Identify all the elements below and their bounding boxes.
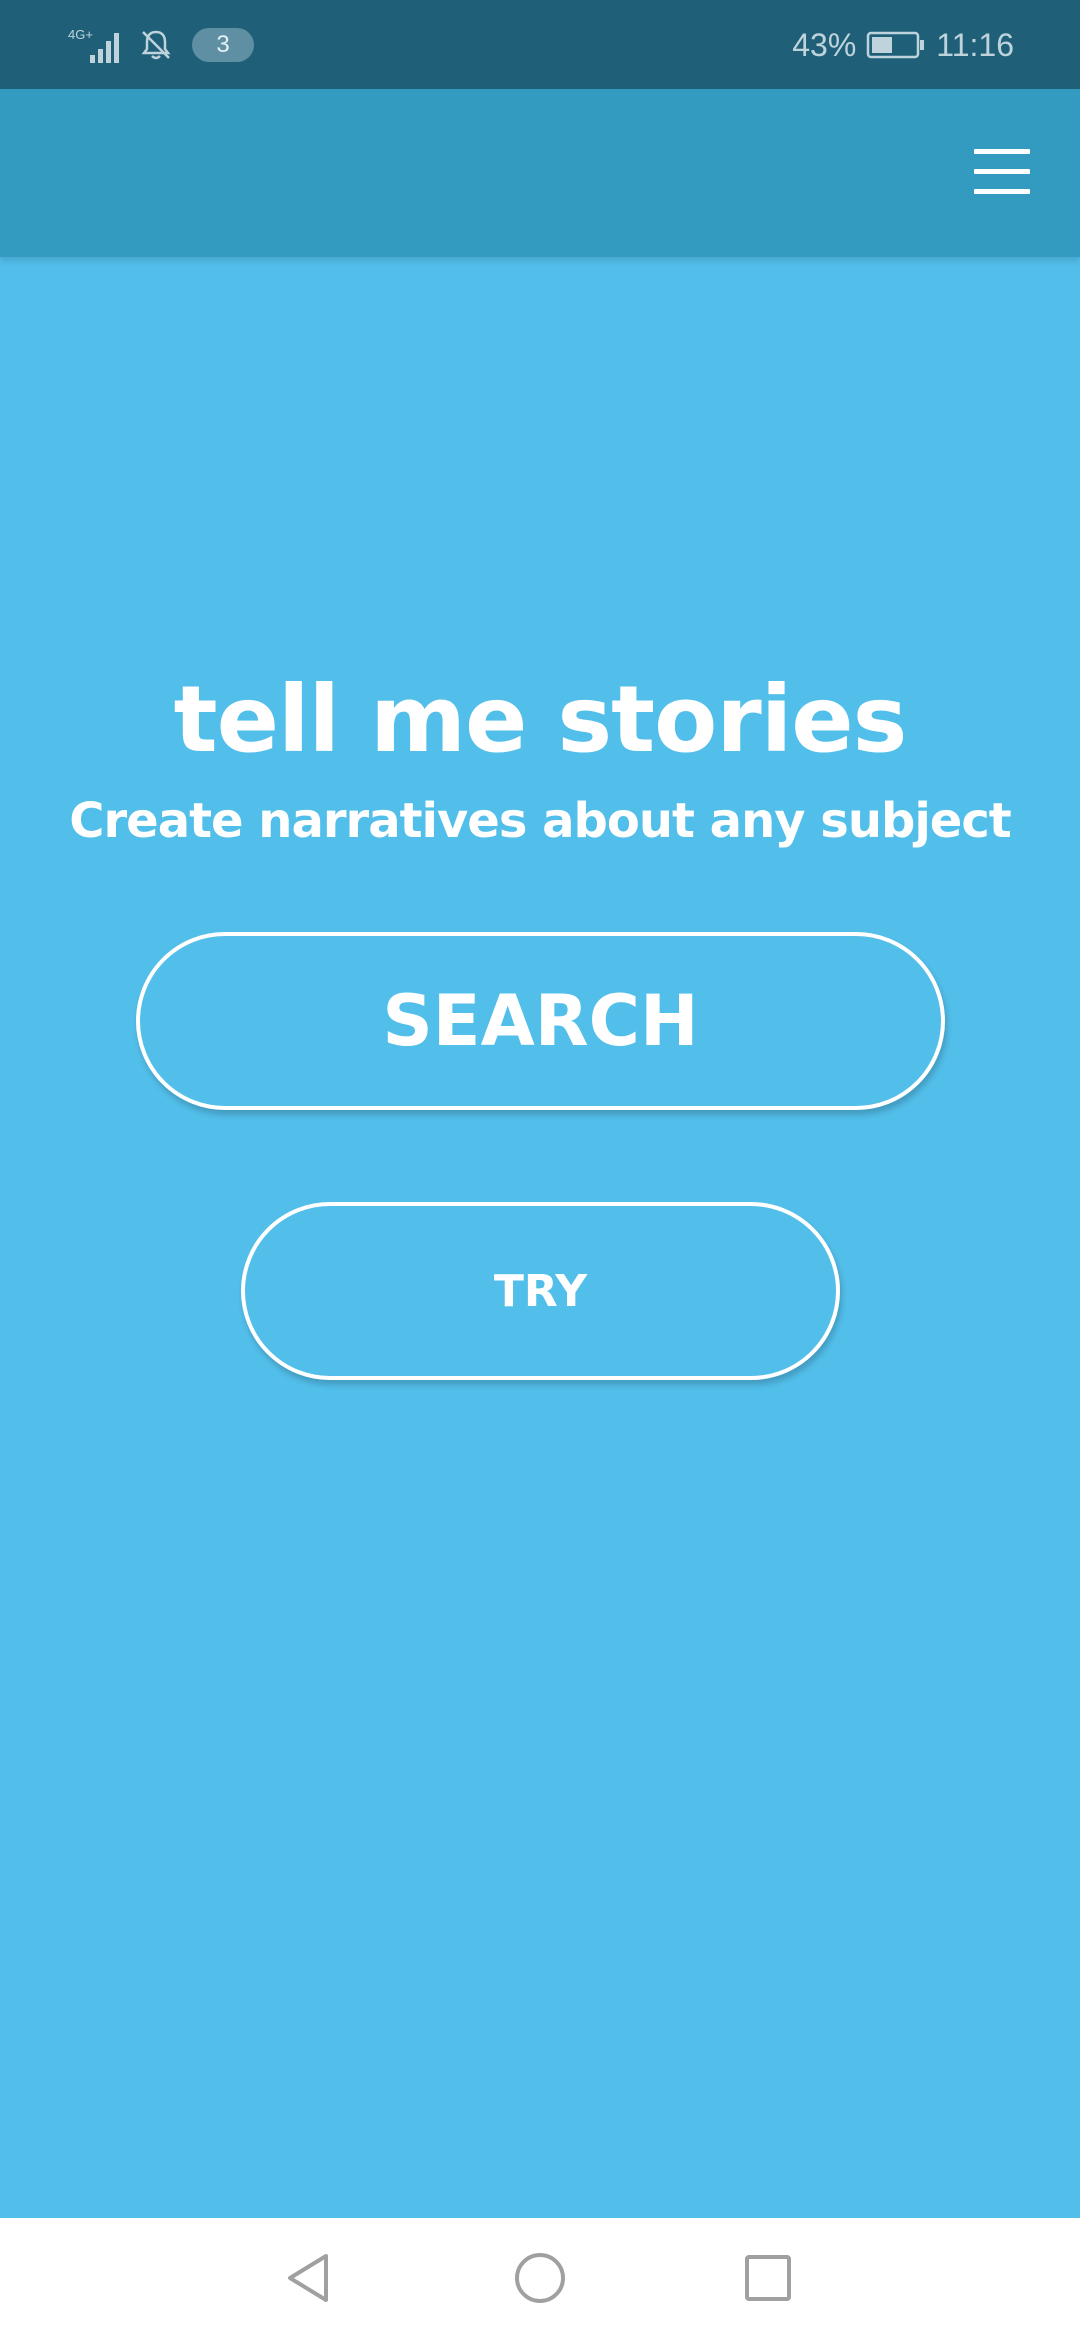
- signal-4g-icon: 4G+: [68, 27, 119, 63]
- status-left: 4G+ 3: [68, 22, 254, 68]
- page-title: tell me stories: [173, 666, 908, 773]
- svg-text:4G+: 4G+: [68, 27, 93, 42]
- bell-muted-icon: [141, 30, 171, 60]
- home-circle-icon[interactable]: [510, 2248, 570, 2308]
- clock: 11:16: [936, 26, 1014, 63]
- status-right: 43% 11:16: [792, 22, 1014, 68]
- notification-count-badge: 3: [192, 28, 254, 62]
- hamburger-menu-icon[interactable]: [974, 149, 1030, 195]
- recent-apps-square-icon[interactable]: [738, 2248, 798, 2308]
- page-subtitle: Create narratives about any subject: [69, 793, 1012, 849]
- app-bar: [0, 89, 1080, 257]
- back-triangle-icon[interactable]: [278, 2248, 338, 2308]
- try-button[interactable]: TRY: [241, 1202, 840, 1380]
- battery-icon: [867, 31, 925, 59]
- battery-percent: 43%: [792, 26, 857, 63]
- search-button[interactable]: SEARCH: [136, 932, 945, 1110]
- system-nav-bar: [0, 2218, 1080, 2340]
- status-bar: 4G+ 3 43% 11:16: [0, 0, 1080, 89]
